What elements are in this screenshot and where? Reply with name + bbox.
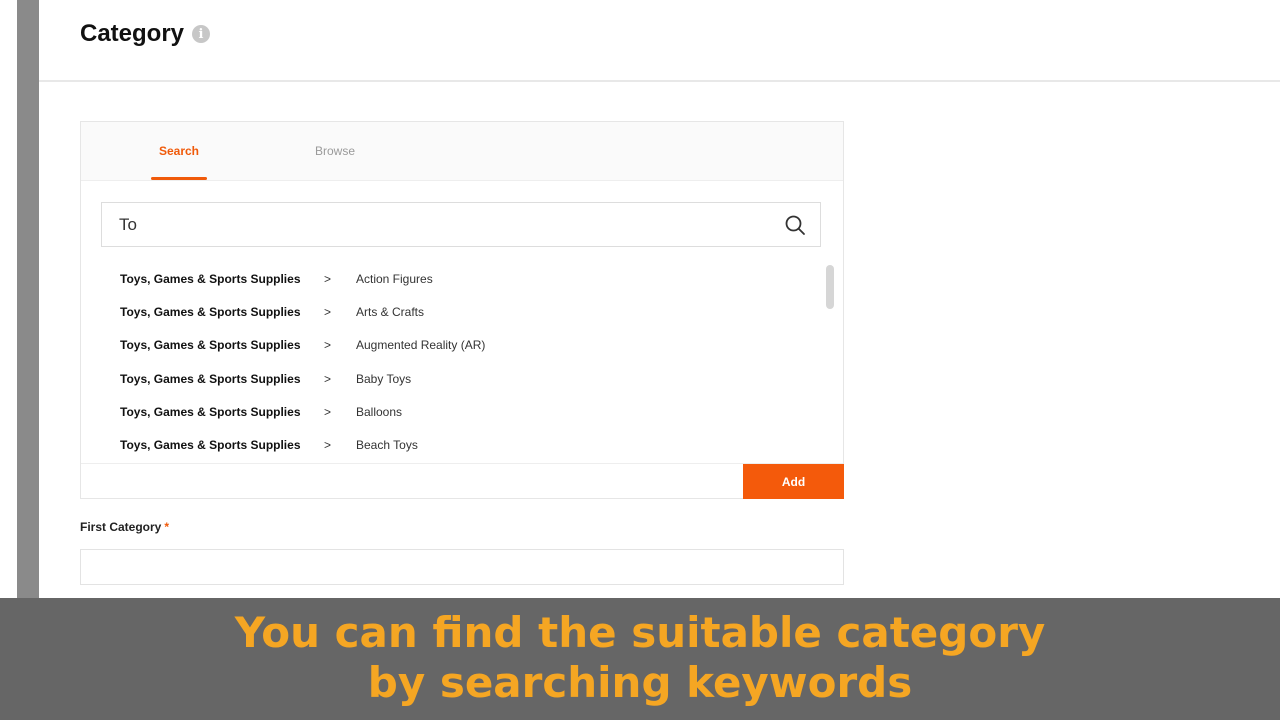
result-row[interactable]: Toys, Games & Sports Supplies > Balloons bbox=[81, 395, 821, 428]
first-category-label: First Category * bbox=[80, 520, 169, 534]
caption-text: You can find the suitable category by se… bbox=[0, 608, 1280, 708]
header-divider bbox=[39, 80, 1280, 82]
left-margin bbox=[0, 0, 17, 598]
result-subcategory: Beach Toys bbox=[356, 437, 418, 452]
add-row: Add bbox=[81, 463, 844, 499]
result-parent-category: Toys, Games & Sports Supplies bbox=[120, 371, 301, 386]
required-star: * bbox=[164, 520, 170, 534]
result-row[interactable]: Toys, Games & Sports Supplies > Beach To… bbox=[81, 428, 821, 461]
result-row[interactable]: Toys, Games & Sports Supplies > Baby Toy… bbox=[81, 362, 821, 395]
search-icon[interactable] bbox=[784, 214, 806, 236]
search-box bbox=[101, 202, 821, 247]
result-parent-category: Toys, Games & Sports Supplies bbox=[120, 271, 301, 286]
result-parent-category: Toys, Games & Sports Supplies bbox=[120, 337, 301, 352]
first-category-label-text: First Category bbox=[80, 520, 162, 534]
add-button[interactable]: Add bbox=[743, 464, 844, 499]
result-subcategory: Action Figures bbox=[356, 271, 433, 286]
result-row[interactable]: Toys, Games & Sports Supplies > Arts & C… bbox=[81, 295, 821, 328]
caption-bar: You can find the suitable category by se… bbox=[0, 598, 1280, 720]
category-picker-panel: Search Browse Toys, Games & Sports Suppl… bbox=[80, 121, 844, 499]
page-title-text: Category bbox=[80, 20, 185, 47]
tab-bar: Search Browse bbox=[81, 122, 843, 181]
result-subcategory: Arts & Crafts bbox=[356, 304, 425, 319]
result-row[interactable]: Toys, Games & Sports Supplies > Augmente… bbox=[81, 328, 821, 361]
result-separator: > bbox=[324, 404, 332, 419]
result-parent-category: Toys, Games & Sports Supplies bbox=[120, 304, 301, 319]
result-parent-category: Toys, Games & Sports Supplies bbox=[120, 437, 301, 452]
result-subcategory: Baby Toys bbox=[356, 371, 412, 386]
caption-line-2: by searching keywords bbox=[367, 658, 913, 707]
result-separator: > bbox=[324, 437, 332, 452]
caption-line-1: You can find the suitable category bbox=[234, 608, 1046, 657]
result-subcategory: Augmented Reality (AR) bbox=[356, 337, 486, 352]
result-separator: > bbox=[324, 371, 332, 386]
result-separator: > bbox=[324, 337, 332, 352]
tab-search[interactable]: Search bbox=[151, 122, 207, 180]
result-row[interactable]: Toys, Games & Sports Supplies > Action F… bbox=[81, 262, 821, 295]
result-separator: > bbox=[324, 271, 332, 286]
page-title: Category i bbox=[80, 16, 211, 52]
left-sidebar-rail bbox=[17, 0, 39, 598]
search-input[interactable] bbox=[117, 213, 761, 236]
info-icon[interactable]: i bbox=[192, 25, 211, 43]
search-results-list: Toys, Games & Sports Supplies > Action F… bbox=[81, 262, 843, 462]
results-scrollbar[interactable] bbox=[826, 265, 834, 309]
result-parent-category: Toys, Games & Sports Supplies bbox=[120, 404, 301, 419]
result-subcategory: Balloons bbox=[356, 404, 403, 419]
first-category-field[interactable] bbox=[80, 549, 844, 585]
tab-browse[interactable]: Browse bbox=[307, 122, 363, 180]
result-separator: > bbox=[324, 304, 332, 319]
active-tab-indicator bbox=[151, 177, 207, 180]
